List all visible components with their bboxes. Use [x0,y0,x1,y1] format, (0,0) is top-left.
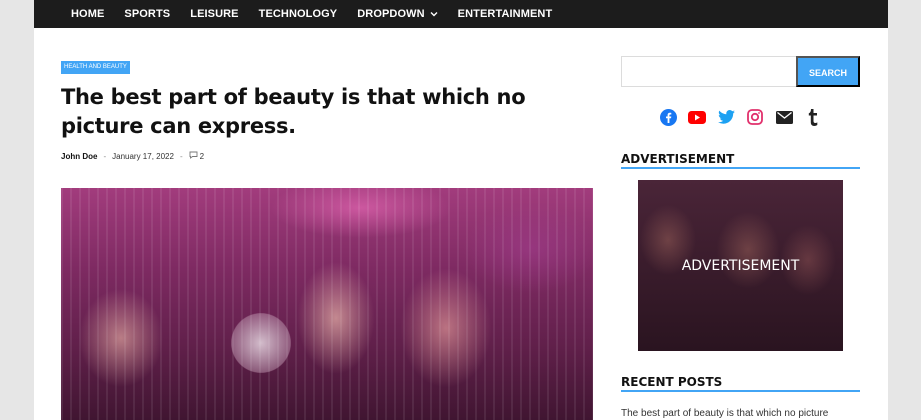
nav-item-sports[interactable]: SPORTS [124,8,170,20]
tumblr-icon[interactable] [804,108,822,126]
chevron-down-icon [430,8,438,20]
facebook-icon[interactable] [659,108,677,126]
page-content: HEALTH AND BEAUTY The best part of beaut… [34,28,888,420]
instagram-icon[interactable] [746,108,764,126]
post-author[interactable]: John Doe [61,152,97,161]
advertisement-widget-title: ADVERTISEMENT [621,152,860,169]
nav-item-label: LEISURE [190,8,239,20]
nav-item-label: TECHNOLOGY [258,8,338,20]
top-navigation-bar: HOME SPORTS LEISURE TECHNOLOGY DROPDOWN … [34,0,888,28]
advertisement-text: ADVERTISEMENT [681,257,800,274]
email-icon[interactable] [775,108,793,126]
post-comment-count[interactable]: 2 [200,152,204,161]
search-button[interactable]: SEARCH [796,56,860,87]
youtube-icon[interactable] [688,108,706,126]
category-badge[interactable]: HEALTH AND BEAUTY [61,61,130,74]
twitter-icon[interactable] [717,108,735,126]
meta-separator: - [179,151,183,161]
advertisement-banner[interactable]: ADVERTISEMENT [638,180,843,351]
nav-item-label: SPORTS [124,8,171,20]
recent-post-link[interactable]: The best part of beauty is that which no… [621,408,860,419]
post-date: January 17, 2022 [112,151,174,161]
nav-item-label: DROPDOWN [357,8,425,20]
search-input[interactable] [621,56,797,87]
recent-posts-widget-title: RECENT POSTS [621,375,860,392]
social-icons [659,108,833,126]
nav-item-technology[interactable]: TECHNOLOGY [259,8,338,20]
nav-item-leisure[interactable]: LEISURE [190,8,238,20]
nav-item-label: ENTERTAINMENT [457,8,553,20]
nav-item-home[interactable]: HOME [71,8,104,20]
main-menu: HOME SPORTS LEISURE TECHNOLOGY DROPDOWN … [34,0,888,28]
post-title: The best part of beauty is that which no… [61,85,526,138]
comment-icon [189,151,198,161]
featured-image [61,188,593,420]
post-meta: John Doe - January 17, 2022 - 2 [61,151,204,161]
nav-item-dropdown[interactable]: DROPDOWN [357,8,438,20]
meta-separator: - [103,151,107,161]
featured-image-texture [61,188,593,420]
nav-item-entertainment[interactable]: ENTERTAINMENT [458,8,553,20]
nav-item-label: HOME [71,8,105,20]
